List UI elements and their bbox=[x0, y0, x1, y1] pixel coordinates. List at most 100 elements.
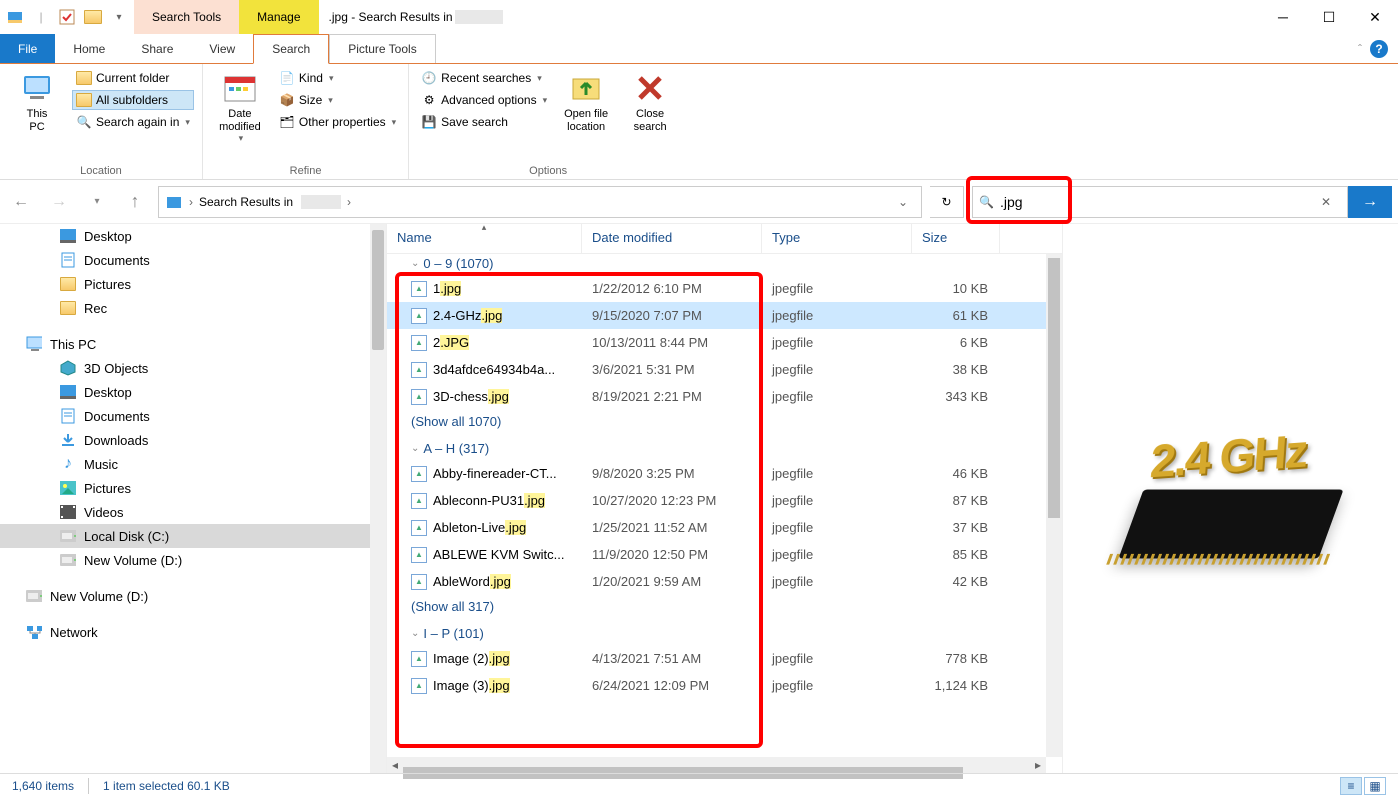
current-folder-option[interactable]: Current folder bbox=[72, 68, 194, 88]
advanced-options[interactable]: ⚙Advanced options▾ bbox=[417, 90, 551, 110]
file-row[interactable]: ▲Image (2).jpg4/13/2021 7:51 AMjpegfile7… bbox=[387, 645, 1046, 672]
tree-item[interactable]: Rec bbox=[0, 296, 372, 320]
file-row[interactable]: ▲AbleWord.jpg1/20/2021 9:59 AMjpegfile42… bbox=[387, 568, 1046, 595]
forward-button[interactable]: → bbox=[44, 187, 74, 217]
file-icon: ▲ bbox=[411, 547, 427, 563]
file-row[interactable]: ▲Ableconn-PU31.jpg10/27/2020 12:23 PMjpe… bbox=[387, 487, 1046, 514]
file-row[interactable]: ▲Image (3).jpg6/24/2021 12:09 PMjpegfile… bbox=[387, 672, 1046, 699]
manage-tab[interactable]: Manage bbox=[239, 0, 318, 34]
tree-item[interactable]: New Volume (D:) bbox=[0, 548, 372, 572]
window-title: .jpg - Search Results in bbox=[319, 0, 1260, 34]
file-hscrollbar[interactable]: ◂▸ bbox=[387, 757, 1046, 773]
tree-item[interactable]: Desktop bbox=[0, 380, 372, 404]
tree-item[interactable]: Documents bbox=[0, 404, 372, 428]
date-modified-button[interactable]: Date modified▾ bbox=[211, 68, 269, 163]
maximize-button[interactable]: ☐ bbox=[1306, 0, 1352, 34]
recent-searches-option[interactable]: 🕘Recent searches▾ bbox=[417, 68, 551, 88]
breadcrumb-label[interactable]: Search Results in bbox=[199, 195, 293, 209]
group-header[interactable]: ⌄A – H (317) bbox=[387, 437, 1046, 460]
other-properties-option[interactable]: 🗂Other properties▾ bbox=[275, 112, 400, 132]
view-tab[interactable]: View bbox=[191, 34, 253, 63]
picture-tools-tab[interactable]: Picture Tools bbox=[329, 34, 435, 63]
open-location-button[interactable]: Open file location bbox=[557, 68, 615, 163]
doc-icon bbox=[60, 408, 76, 424]
address-bar[interactable]: › Search Results in › ⌄ bbox=[158, 186, 922, 218]
tree-item[interactable]: Network bbox=[0, 620, 372, 644]
home-tab[interactable]: Home bbox=[55, 34, 123, 63]
tree-scrollbar[interactable] bbox=[370, 224, 386, 773]
show-all-link[interactable]: (Show all 1070) bbox=[387, 410, 1046, 437]
tree-item[interactable]: Pictures bbox=[0, 272, 372, 296]
properties-icon[interactable] bbox=[56, 6, 78, 28]
col-date[interactable]: Date modified bbox=[582, 224, 762, 253]
minimize-button[interactable]: ─ bbox=[1260, 0, 1306, 34]
recent-locations-button[interactable]: ▾ bbox=[82, 187, 112, 217]
save-icon: 💾 bbox=[421, 114, 437, 130]
address-dropdown-icon[interactable]: ⌄ bbox=[891, 195, 915, 209]
save-search-option[interactable]: 💾Save search bbox=[417, 112, 551, 132]
col-size[interactable]: Size bbox=[912, 224, 1000, 253]
file-row[interactable]: ▲ABLEWE KVM Switc...11/9/2020 12:50 PMjp… bbox=[387, 541, 1046, 568]
tree-item[interactable]: Local Disk (C:) bbox=[0, 524, 372, 548]
file-icon: ▲ bbox=[411, 362, 427, 378]
search-box[interactable]: 🔍 ✕ bbox=[972, 186, 1348, 218]
tree-item[interactable]: ♪Music bbox=[0, 452, 372, 476]
file-row[interactable]: ▲Abby-finereader-CT...9/8/2020 3:25 PMjp… bbox=[387, 460, 1046, 487]
collapse-ribbon-icon[interactable]: ˆ bbox=[1358, 42, 1362, 56]
up-button[interactable]: ↑ bbox=[120, 187, 150, 217]
thumbnails-view-icon[interactable]: ▦ bbox=[1364, 777, 1386, 795]
open-location-icon bbox=[568, 70, 604, 106]
open-location-label: Open file location bbox=[564, 108, 608, 133]
all-subfolders-option[interactable]: All subfolders bbox=[72, 90, 194, 110]
close-search-button[interactable]: Close search bbox=[621, 68, 679, 163]
refresh-button[interactable]: ↻ bbox=[930, 186, 964, 218]
folder-icon bbox=[60, 276, 76, 292]
search-go-button[interactable]: → bbox=[1348, 186, 1392, 218]
tree-item[interactable]: Videos bbox=[0, 500, 372, 524]
details-view-icon[interactable]: ≡ bbox=[1340, 777, 1362, 795]
share-tab[interactable]: Share bbox=[123, 34, 191, 63]
status-selected: 1 item selected 60.1 KB bbox=[103, 779, 230, 793]
search-tools-tab[interactable]: Search Tools bbox=[134, 0, 239, 34]
tree-item[interactable]: Pictures bbox=[0, 476, 372, 500]
file-row[interactable]: ▲Ableton-Live.jpg1/25/2021 11:52 AMjpegf… bbox=[387, 514, 1046, 541]
tree-item[interactable]: Desktop bbox=[0, 224, 372, 248]
file-vscrollbar[interactable] bbox=[1046, 254, 1062, 757]
search-tab[interactable]: Search bbox=[253, 34, 329, 64]
col-name[interactable]: ▴Name bbox=[387, 224, 582, 253]
status-item-count: 1,640 items bbox=[12, 779, 74, 793]
search-again-option[interactable]: 🔍Search again in▾ bbox=[72, 112, 194, 132]
tree-item[interactable]: Documents bbox=[0, 248, 372, 272]
col-type[interactable]: Type bbox=[762, 224, 912, 253]
group-header[interactable]: ⌄0 – 9 (1070) bbox=[387, 254, 1046, 275]
tree-item[interactable]: New Volume (D:) bbox=[0, 584, 372, 608]
file-icon: ▲ bbox=[411, 678, 427, 694]
tree-item[interactable]: This PC bbox=[0, 332, 372, 356]
title-prefix: .jpg - Search Results in bbox=[329, 10, 453, 24]
column-headers: ▴Name Date modified Type Size bbox=[387, 224, 1062, 254]
help-icon[interactable]: ? bbox=[1370, 40, 1388, 58]
tree-item[interactable]: 3D Objects bbox=[0, 356, 372, 380]
file-row[interactable]: ▲3D-chess.jpg8/19/2021 2:21 PMjpegfile34… bbox=[387, 383, 1046, 410]
this-pc-button[interactable]: This PC bbox=[8, 68, 66, 163]
qat-dropdown-icon[interactable]: ▾ bbox=[108, 6, 130, 28]
back-button[interactable]: ← bbox=[6, 187, 36, 217]
file-row[interactable]: ▲3d4afdce64934b4a...3/6/2021 5:31 PMjpeg… bbox=[387, 356, 1046, 383]
clear-search-button[interactable]: ✕ bbox=[1311, 195, 1341, 209]
new-folder-icon[interactable] bbox=[82, 6, 104, 28]
file-tab[interactable]: File bbox=[0, 34, 55, 63]
group-header[interactable]: ⌄I – P (101) bbox=[387, 622, 1046, 645]
kind-option[interactable]: 📄Kind▾ bbox=[275, 68, 400, 88]
file-icon: ▲ bbox=[411, 520, 427, 536]
pictures-icon bbox=[60, 480, 76, 496]
tree-item[interactable]: Downloads bbox=[0, 428, 372, 452]
file-row[interactable]: ▲1.jpg1/22/2012 6:10 PMjpegfile10 KB bbox=[387, 275, 1046, 302]
close-button[interactable]: ✕ bbox=[1352, 0, 1398, 34]
search-input[interactable] bbox=[1000, 194, 1305, 210]
file-row[interactable]: ▲2.4-GHz.jpg9/15/2020 7:07 PMjpegfile61 … bbox=[387, 302, 1046, 329]
show-all-link[interactable]: (Show all 317) bbox=[387, 595, 1046, 622]
size-option[interactable]: 📦Size▾ bbox=[275, 90, 400, 110]
navigation-pane[interactable]: DesktopDocumentsPicturesRecThis PC3D Obj… bbox=[0, 224, 386, 773]
file-icon: ▲ bbox=[411, 335, 427, 351]
file-row[interactable]: ▲2.JPG10/13/2011 8:44 PMjpegfile6 KB bbox=[387, 329, 1046, 356]
